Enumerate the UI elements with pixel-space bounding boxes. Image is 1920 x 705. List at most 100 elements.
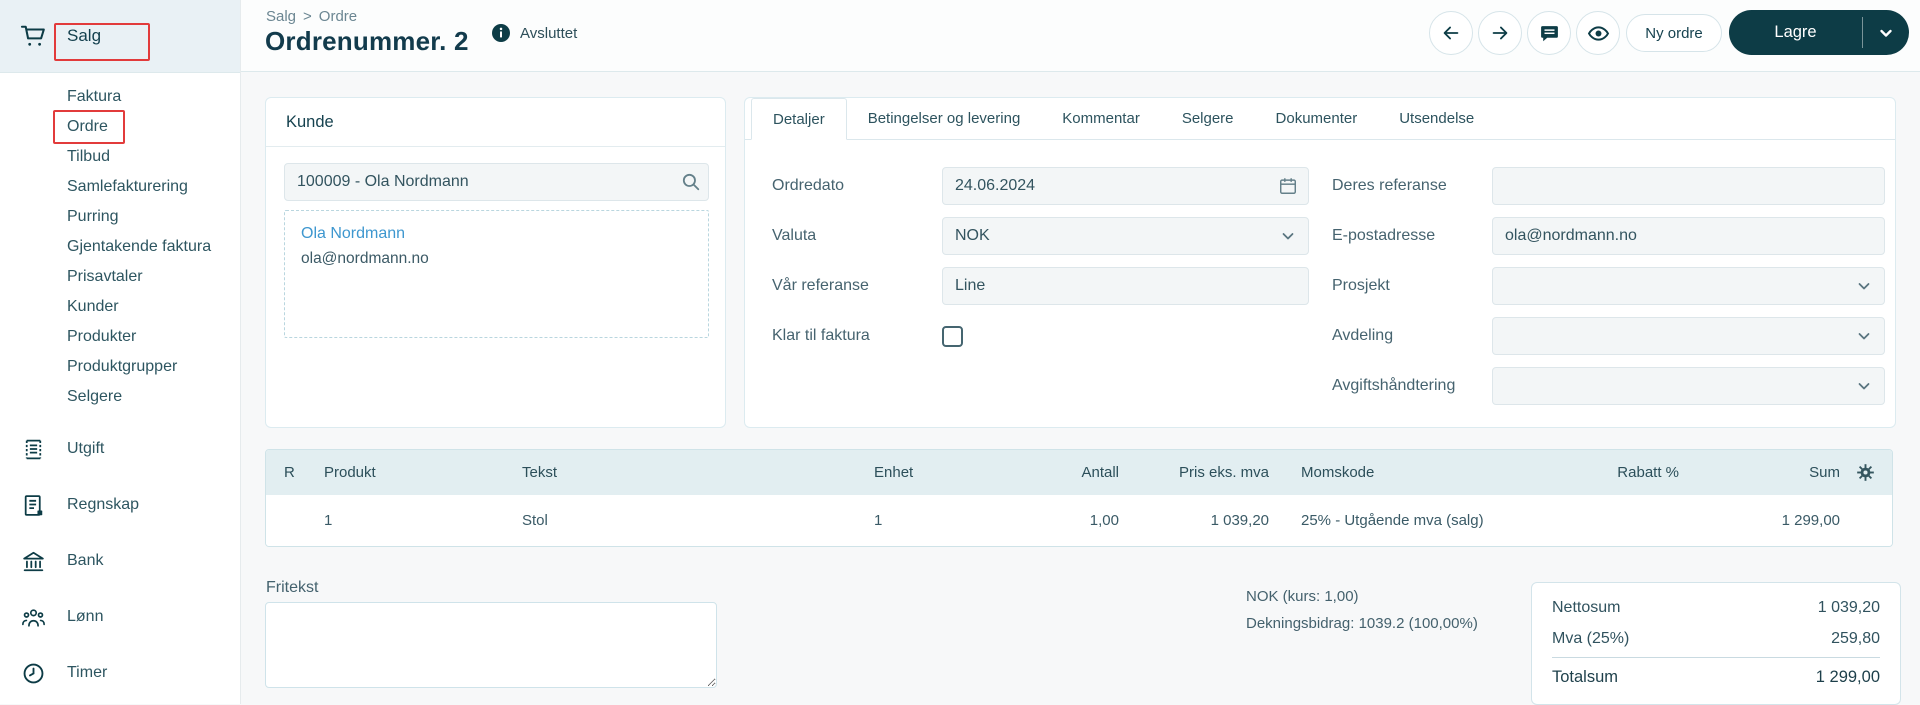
sidebar-item-produkter[interactable]: Produkter [0,322,240,352]
project-select[interactable] [1492,267,1885,305]
customer-search-input[interactable] [284,163,709,201]
vat-handling-label: Avgiftshåndtering [1332,377,1456,394]
email-field[interactable] [1492,217,1885,255]
sidebar-item-lonn-label: Lønn [67,608,104,625]
sidebar-section-salg[interactable]: Salg [0,0,240,73]
sidebar-item-ordre[interactable]: Ordre [0,112,240,142]
column-header-antall: Antall [1081,464,1119,481]
vat-row: Mva (25%) 259,80 [1552,623,1880,654]
breadcrumb-ordre[interactable]: Ordre [319,8,357,25]
order-details-panel: Detaljer Betingelser og levering Komment… [744,97,1896,428]
receipt-icon [20,436,46,462]
clock-icon [20,660,46,686]
order-date-label: Ordredato [772,177,845,194]
sidebar-modules: Utgift Regnskap Bank Lønn Timer [0,421,240,701]
new-order-button[interactable]: Ny ordre [1626,14,1722,52]
sidebar-item-lonn[interactable]: Lønn [0,589,240,645]
their-reference-input[interactable] [1492,167,1885,205]
chevron-down-icon [1880,29,1892,37]
sidebar-item-salg-label: Salg [67,26,102,45]
tab-kommentar[interactable]: Kommentar [1041,98,1161,139]
save-button-label[interactable]: Lagre [1729,10,1862,55]
back-arrow-icon [1440,22,1462,44]
eye-icon [1587,22,1610,45]
save-button[interactable]: Lagre [1729,10,1909,55]
chevron-down-icon [1278,226,1298,246]
sidebar-item-regnskap[interactable]: Regnskap [0,477,240,533]
ready-to-invoice-label: Klar til faktura [772,327,870,344]
ready-to-invoice-checkbox[interactable] [942,325,963,347]
sidebar-item-gjentakende-faktura[interactable]: Gjentakende faktura [0,232,240,262]
customer-email: ola@nordmann.no [301,250,429,267]
cell-antall: 1,00 [1089,512,1119,529]
vat-value: 259,80 [1831,629,1880,647]
cell-produkt: 1 [324,512,333,529]
calendar-icon[interactable] [1278,176,1298,196]
total-sum-label: Totalsum [1552,668,1619,686]
next-order-button[interactable] [1478,11,1522,55]
currency-notes: NOK (kurs: 1,00) Dekningsbidrag: 1039.2 … [1246,583,1478,637]
tab-utsendelse[interactable]: Utsendelse [1378,98,1495,139]
total-sum-value: 1 299,00 [1815,668,1880,686]
table-settings-button[interactable] [1856,463,1892,482]
customer-panel-title: Kunde [266,98,725,147]
customer-info-box: Ola Nordmann ola@nordmann.no [284,210,709,338]
order-date-field[interactable]: 24.06.2024 [942,167,1309,205]
table-row[interactable]: 1 Stol 1 1,00 1 039,20 25% - Utgående mv… [266,495,1892,546]
details-tabs: Detaljer Betingelser og levering Komment… [745,98,1895,140]
comment-button[interactable] [1527,11,1571,55]
details-form-left-column: Ordredato 24.06.2024 Valuta NOK Vår refe… [772,161,1317,361]
sidebar-item-utgift[interactable]: Utgift [0,421,240,477]
column-header-momskode: Momskode [1301,464,1375,481]
sidebar-item-purring[interactable]: Purring [0,202,240,232]
customer-panel: Kunde Ola Nordmann ola@nordmann.no [265,97,726,428]
sidebar-item-kunder[interactable]: Kunder [0,292,240,322]
tab-selgere[interactable]: Selgere [1161,98,1255,139]
chat-icon [1539,23,1560,44]
free-text-area[interactable] [265,602,717,688]
email-label: E-postadresse [1332,227,1436,244]
sidebar-item-prisavtaler[interactable]: Prisavtaler [0,262,240,292]
sidebar-item-selgere[interactable]: Selgere [0,382,240,412]
vat-handling-select[interactable] [1492,367,1885,405]
sidebar-item-bank[interactable]: Bank [0,533,240,589]
contribution-margin-note: Dekningsbidrag: 1039.2 (100,00%) [1246,615,1478,632]
info-icon [491,23,511,43]
tab-detaljer[interactable]: Detaljer [751,98,847,140]
tab-dokumenter[interactable]: Dokumenter [1255,98,1379,139]
save-dropdown-button[interactable] [1863,10,1909,55]
sales-submenu: Faktura Ordre Tilbud Samlefakturering Pu… [0,82,240,412]
sidebar-item-timer[interactable]: Timer [0,645,240,701]
free-text-label: Fritekst [266,579,319,596]
currency-select[interactable]: NOK [942,217,1309,255]
sidebar-item-regnskap-label: Regnskap [67,496,140,513]
department-select[interactable] [1492,317,1885,355]
previous-order-button[interactable] [1429,11,1473,55]
sidebar-item-samlefakturering[interactable]: Samlefakturering [0,172,240,202]
cart-icon [20,23,48,49]
sidebar: Salg Faktura Ordre Tilbud Samlefaktureri… [0,0,241,704]
column-header-enhet: Enhet [874,464,914,481]
our-reference-label: Vår referanse [772,277,869,294]
search-icon[interactable] [681,172,701,192]
currency-label: Valuta [772,227,817,244]
people-icon [20,604,46,630]
cell-tekst: Stol [522,512,548,529]
forward-arrow-icon [1489,22,1511,44]
chevron-down-icon [1854,326,1874,346]
breadcrumb-salg[interactable]: Salg [266,8,296,25]
preview-button[interactable] [1576,11,1620,55]
page-title: Ordrenummer. 2 [265,26,469,56]
net-sum-label: Nettosum [1552,598,1621,616]
order-date-value: 24.06.2024 [955,177,1036,194]
tab-betingelser-og-levering[interactable]: Betingelser og levering [847,98,1042,139]
sidebar-item-tilbud[interactable]: Tilbud [0,142,240,172]
column-header-sum: Sum [1809,464,1840,481]
currency-value: NOK [955,227,990,244]
customer-name-link[interactable]: Ola Nordmann [301,225,692,243]
sidebar-item-produktgrupper[interactable]: Produktgrupper [0,352,240,382]
our-reference-input[interactable] [942,267,1309,305]
details-form-right-column: Deres referanse E-postadresse Prosjekt A… [1332,161,1892,411]
sidebar-item-faktura[interactable]: Faktura [0,82,240,112]
sidebar-item-timer-label: Timer [67,664,108,681]
